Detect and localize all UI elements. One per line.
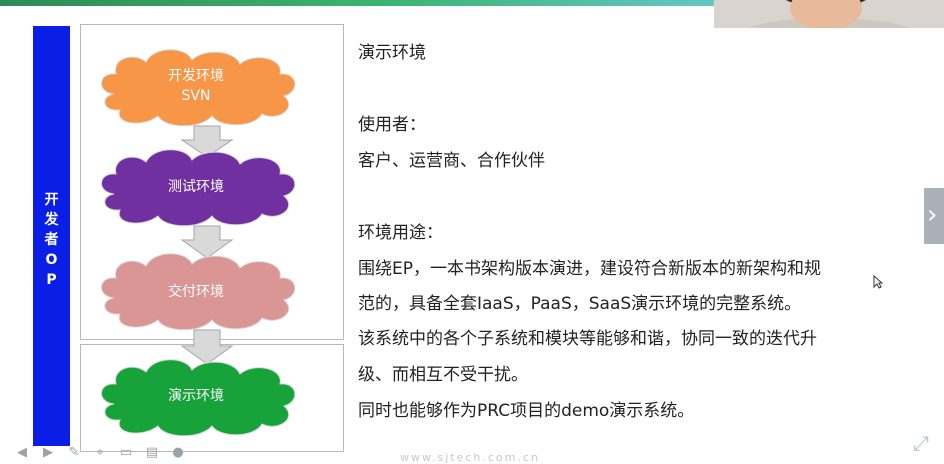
- slides-icon[interactable]: ▤: [144, 446, 160, 460]
- watermark: www.sjtech.com.cn: [400, 451, 540, 464]
- next-slide-button[interactable]: ›: [924, 188, 944, 244]
- cloud-dev-label: 开发环境: [168, 68, 224, 84]
- mouse-cursor-icon: [873, 275, 883, 289]
- webcam-overlay: [714, 0, 944, 28]
- usage-heading: 环境用途：: [358, 223, 443, 243]
- cloud-test-label: 测试环境: [168, 179, 224, 195]
- play-icon[interactable]: ▶: [40, 446, 56, 460]
- screen-icon[interactable]: ▭: [118, 446, 134, 460]
- role-char: O: [45, 252, 58, 268]
- pen-icon[interactable]: ✎: [66, 446, 82, 460]
- users-list: 客户、运营商、合作伙伴: [358, 151, 545, 171]
- chevron-right-icon: ›: [927, 200, 938, 230]
- usage-line: 围绕EP，一本书架构版本演进，建设符合新版本的新架构和规: [358, 259, 821, 279]
- role-sidebar-label: 开 发 者 O P: [33, 190, 70, 290]
- usage-line: 同时也能够作为PRC项目的demo演示系统。: [358, 401, 695, 421]
- prev-icon[interactable]: ◀: [14, 446, 30, 460]
- cloud-demo-label: 演示环境: [168, 388, 224, 404]
- usage-line: 范的，具备全套IaaS，PaaS，SaaS演示环境的完整系统。: [358, 294, 802, 314]
- fullscreen-icon[interactable]: ⤢: [909, 431, 933, 455]
- role-char: P: [46, 272, 57, 288]
- usage-line: 该系统中的各个子系统和模块等能够和谐，协同一致的迭代升: [358, 329, 817, 349]
- cloud-demo-env: 演示环境: [100, 359, 296, 437]
- cloud-delivery-env: 交付环境: [100, 253, 296, 331]
- flow-arrow-3: [180, 329, 234, 365]
- role-char: 开: [44, 192, 59, 208]
- cloud-test-env: 测试环境: [100, 149, 296, 227]
- role-char: 者: [44, 232, 59, 248]
- users-heading: 使用者：: [358, 115, 426, 135]
- select-icon[interactable]: ⌖: [92, 446, 108, 460]
- flow-arrow-2: [180, 225, 234, 259]
- cloud-dev-env: 开发环境 SVN: [100, 49, 296, 127]
- environment-flow-diagram: 开发环境 SVN 测试环境 交付环境 演示环境: [100, 49, 296, 437]
- cloud-delivery-label: 交付环境: [168, 283, 224, 300]
- player-toolbar: ◀ ▶ ✎ ⌖ ▭ ▤ ●: [14, 446, 186, 460]
- usage-line: 级、而相互不受干扰。: [358, 365, 528, 385]
- cloud-dev-sublabel: SVN: [182, 88, 211, 104]
- role-char: 发: [44, 212, 59, 228]
- slide-title: 演示环境: [358, 43, 426, 63]
- chat-icon[interactable]: ●: [170, 446, 186, 460]
